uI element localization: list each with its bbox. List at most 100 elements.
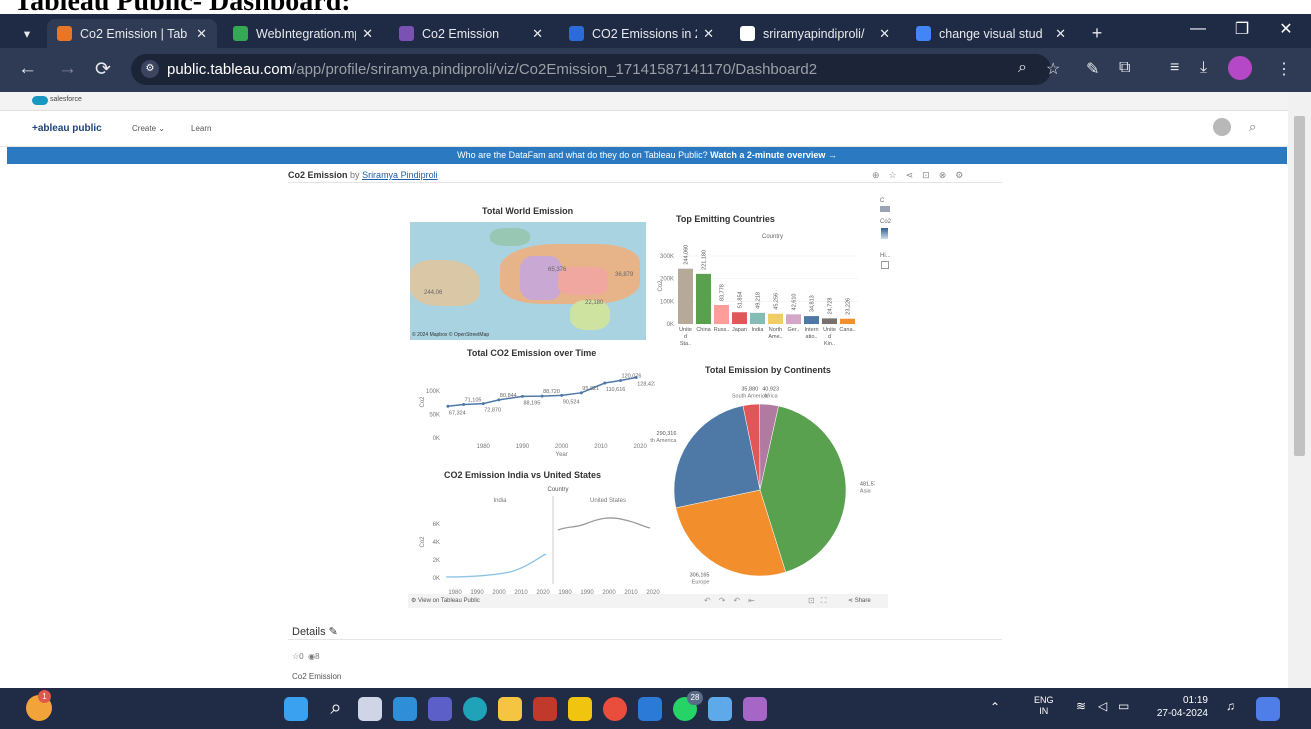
edge-icon[interactable] (463, 697, 487, 721)
viz-toolbar-icons[interactable]: ⊕☆⋖⊡⊗⚙ (872, 170, 972, 181)
nav-learn[interactable]: Learn (191, 124, 211, 133)
user-avatar-icon[interactable] (1213, 118, 1231, 136)
bar-category-label: Cana.. (839, 327, 856, 333)
eyedropper-icon[interactable]: ✎ (1086, 59, 1099, 79)
bar-y-tick: 0K (667, 322, 674, 328)
line-data-label: 80,844 (500, 393, 517, 399)
start-icon[interactable] (284, 697, 308, 721)
tab-close-icon[interactable]: ✕ (532, 26, 543, 42)
browser-tab[interactable]: sriramyapindiproli/ ✕ (730, 19, 900, 48)
pie-value-label: 306,165 (690, 572, 710, 578)
view-on-tableau-link[interactable]: ⚙ View on Tableau Public (411, 594, 480, 608)
bar-category-label: China (696, 327, 711, 333)
line-chart[interactable]: 0K 50K 100K 1980 1990 2000 2010 2020 Co2 Year 67,3… (410, 360, 655, 464)
undo-redo-icons[interactable]: ↶↷↶⇤ (704, 594, 763, 608)
zoom-icon[interactable]: ⌕ (1018, 59, 1027, 77)
battery-icon[interactable]: ▭ (1118, 699, 1129, 713)
file-explorer-icon[interactable] (498, 697, 522, 721)
bar-chart[interactable]: 0K100K200K300KCo2244,060Unite d Sta..221,1… (650, 238, 865, 350)
tray-chevron-icon[interactable]: ⌃ (990, 700, 1000, 714)
new-tab-button[interactable]: + (1084, 19, 1110, 48)
wifi-icon[interactable]: ≋ (1076, 699, 1086, 713)
site-info-icon[interactable]: ⚙ (141, 60, 159, 78)
bar-y-tick: 100K (660, 299, 674, 305)
line-chart-title: Total CO2 Emission over Time (467, 348, 597, 358)
wps-icon[interactable] (533, 697, 557, 721)
nav-create[interactable]: Create ⌄ (132, 124, 165, 133)
restore-button[interactable]: ❐ (1220, 14, 1264, 44)
pie-chart[interactable]: 35,880South America40,923Africa481,573As… (650, 378, 875, 590)
iv-y-label: Co2 (420, 536, 426, 548)
share-button[interactable]: ⋖ Share (848, 594, 871, 608)
bar (678, 268, 693, 324)
menu-icon[interactable]: ⋮ (1276, 59, 1292, 79)
clock[interactable]: 01:19 27-04-2024 (1152, 694, 1208, 720)
author-link[interactable]: Sriramya Pindiproli (362, 170, 438, 180)
line-point (481, 402, 485, 406)
download-icon[interactable]: ⤓ (1200, 59, 1207, 77)
page-scrollbar[interactable] (1288, 92, 1311, 688)
bar-chart-title: Top Emitting Countries (676, 214, 775, 224)
details-heading[interactable]: Details ✎ (292, 625, 338, 638)
tab-close-icon[interactable]: ✕ (196, 26, 207, 42)
legend-checkbox[interactable] (881, 261, 889, 269)
tab-close-icon[interactable]: ✕ (1055, 26, 1066, 42)
fullscreen-icons[interactable]: ⊡⛶ (808, 594, 832, 608)
india-us-chart[interactable]: CountryIndia United States0K2K4K6KCo21980… (410, 482, 662, 606)
browser-tab[interactable]: Co2 Emission ✕ (389, 19, 553, 48)
bar (786, 314, 801, 324)
promo-banner[interactable]: Who are the DataFam and what do they do … (7, 147, 1287, 164)
bar-category-label: Russ.. (714, 327, 730, 333)
salesforce-cloud-icon (32, 96, 48, 105)
tab-search-button[interactable]: ▾ (14, 19, 40, 48)
line-point (520, 394, 524, 398)
browser-tab-bar: ▾ Co2 Emission | Tab ✕ WebIntegration.mp ✕ C… (0, 14, 1311, 48)
vscode-icon[interactable] (638, 697, 662, 721)
dashboard-canvas[interactable]: Total World Emission 36,879 65,376 22,18… (410, 198, 891, 608)
notification-bell-icon[interactable]: ♫ (1226, 699, 1235, 713)
url-domain: public.tableau.com (167, 61, 293, 78)
profile-avatar-icon[interactable] (1228, 56, 1252, 80)
reload-button[interactable]: ⟳ (95, 58, 111, 81)
extensions-icon[interactable]: ⧉ (1119, 59, 1130, 77)
back-button[interactable]: ← (18, 58, 37, 80)
bar-value-label: 24,728 (828, 298, 834, 315)
snip-icon[interactable] (708, 697, 732, 721)
minimize-button[interactable]: — (1176, 14, 1220, 44)
browser-tab[interactable]: CO2 Emissions in 2 ✕ (559, 19, 724, 48)
search-icon[interactable]: ⌕ (1249, 119, 1256, 135)
browser-tab[interactable]: WebIntegration.mp ✕ (223, 19, 383, 48)
url-bar[interactable]: ⚙ public.tableau.com/app/profile/sriramy… (131, 54, 1051, 85)
bookmark-star-icon[interactable]: ☆ (1046, 59, 1060, 79)
teams-icon[interactable] (428, 697, 452, 721)
line-data-label: 72,870 (484, 408, 501, 414)
task-view-icon[interactable] (358, 697, 382, 721)
tab-close-icon[interactable]: ✕ (362, 26, 373, 42)
world-map[interactable]: 36,879 65,376 22,180 244,06 © 2024 Mapbo… (410, 222, 646, 340)
volume-icon[interactable]: ◁ (1098, 699, 1107, 713)
tableau-public-header: +ableau public Create ⌄ Learn ⌕ (0, 111, 1288, 147)
line-point (446, 404, 450, 408)
search-taskbar-icon[interactable]: ⌕ (324, 697, 348, 721)
browser-tab[interactable]: Co2 Emission | Tab ✕ (47, 19, 217, 48)
forward-button[interactable]: → (58, 58, 77, 80)
winrar-icon[interactable] (743, 697, 767, 721)
windows-taskbar: 1 ⌕ 28 ⌃ ENG IN ≋ ◁ ▭ 01:19 27-04-2024 ♫ (0, 688, 1311, 729)
tab-label: Co2 Emission (422, 26, 500, 41)
chrome-icon[interactable] (603, 697, 627, 721)
tab-close-icon[interactable]: ✕ (703, 26, 714, 42)
bar (696, 273, 711, 324)
copilot-icon[interactable] (1256, 697, 1280, 721)
sticky-icon[interactable] (568, 697, 592, 721)
scrollbar-thumb[interactable] (1294, 116, 1305, 456)
mail-icon[interactable] (393, 697, 417, 721)
language-indicator[interactable]: ENG IN (1034, 695, 1054, 717)
tableau-public-logo[interactable]: +ableau public (32, 123, 102, 134)
close-window-button[interactable]: ✕ (1264, 14, 1308, 44)
salesforce-label[interactable]: salesforce (50, 96, 82, 103)
browser-tab[interactable]: change visual stud ✕ (906, 19, 1076, 48)
tab-close-icon[interactable]: ✕ (879, 26, 890, 42)
tab-label: Co2 Emission | Tab (80, 26, 188, 41)
reading-list-icon[interactable]: ≡ (1170, 59, 1179, 77)
bar-category-label: Ger.. (788, 327, 800, 333)
